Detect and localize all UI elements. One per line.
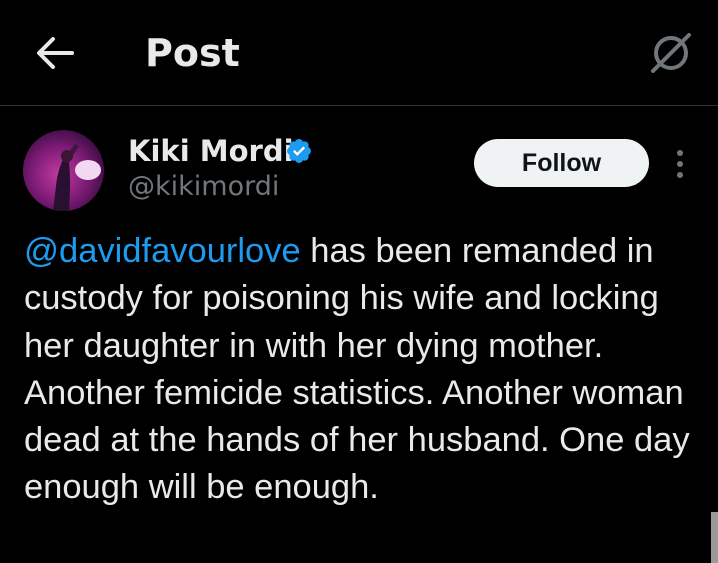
arrow-left-icon xyxy=(37,37,74,69)
verified-badge-icon xyxy=(287,139,311,163)
author-handle[interactable]: @kikimordi xyxy=(128,170,279,204)
more-dots-icon xyxy=(677,150,683,156)
author-avatar[interactable] xyxy=(23,130,104,211)
follow-button[interactable]: Follow xyxy=(474,139,649,187)
grok-icon xyxy=(651,33,691,73)
top-bar: Post xyxy=(0,0,718,106)
grok-button[interactable] xyxy=(646,28,696,78)
avatar-image xyxy=(23,130,104,211)
tweet-body: has been remanded in custody for poisoni… xyxy=(24,232,690,507)
page-title: Post xyxy=(145,31,240,75)
more-options-button[interactable] xyxy=(668,146,692,182)
back-button[interactable] xyxy=(30,30,80,76)
scrollbar[interactable] xyxy=(711,512,718,563)
tweet-text: @davidfavourlove has been remanded in cu… xyxy=(24,228,704,512)
author-display-name[interactable]: Kiki Mordi xyxy=(128,133,294,169)
mention-link[interactable]: @davidfavourlove xyxy=(24,232,301,270)
